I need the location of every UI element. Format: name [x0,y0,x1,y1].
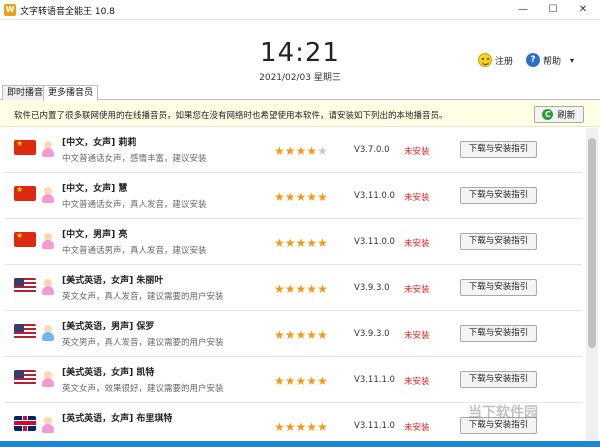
female-avatar-icon [42,279,54,295]
download-guide-button[interactable]: 下载与安装指引 [460,279,537,296]
clock-date: 2021/02/03 星期三 [259,73,341,83]
voice-row[interactable]: [中文，女声] 莉莉中文普通话女声，感情丰富，建议安装 ★★★★★ V3.7.0.0… [4,128,582,173]
female-avatar-icon [42,371,54,387]
voice-name: [英式英语，女声] 布里琪特 [62,414,173,424]
voice-version: V3.7.0.0 [354,145,390,155]
help-menu[interactable]: ? 帮助 ▾ [526,53,574,67]
scrollbar-thumb[interactable] [588,138,596,348]
male-avatar-icon [42,325,54,341]
rating-stars: ★★★★★ [274,144,328,158]
voice-description: 英文男声，真人发音，建议需要的用户安装 [62,338,224,348]
tab-strip: 即时播音 更多播音员 [0,84,600,101]
tab-instant-broadcast[interactable]: 即时播音 [2,85,49,100]
tab-more-voices[interactable]: 更多播音员 [43,85,99,101]
voice-version: V3.9.3.0 [354,283,390,293]
flag-uk-icon [14,416,36,431]
voice-name: [中文，男声] 亮 [62,230,128,240]
refresh-icon: C [542,109,554,120]
voice-row[interactable]: [中文，男声] 亮中文普通话男声，真人发音，建议安装 ★★★★★ V3.11.0.0… [4,220,582,265]
install-status: 未安装 [404,239,430,249]
install-status: 未安装 [404,423,430,433]
voice-name: [美式英语，男声] 保罗 [62,322,155,332]
female-avatar-icon [42,141,54,157]
voice-row[interactable]: [美式英语，女声] 凯特英文女声，效果很好，建议需要的用户安装 ★★★★★ V3.1… [4,358,582,403]
minimize-button[interactable]: — [508,0,538,20]
voice-description: 英文女声，真人发音，建议需要的用户安装 [62,292,224,302]
watermark: 当下软件园 [468,405,538,421]
bottom-accent-bar [0,441,600,447]
voice-version: V3.11.0.0 [354,237,395,247]
rating-stars: ★★★★★ [274,328,328,342]
voice-row[interactable]: [美式英语，男声] 保罗英文男声，真人发音，建议需要的用户安装 ★★★★★ V3.9… [4,312,582,357]
rating-stars: ★★★★★ [274,374,328,388]
voice-version: V3.9.3.0 [354,329,390,339]
flag-cn-icon [14,140,36,155]
voice-row[interactable]: [美式英语，女声] 朱丽叶英文女声，真人发音，建议需要的用户安装 ★★★★★ V3.… [4,266,582,311]
download-guide-button[interactable]: 下载与安装指引 [460,325,537,342]
flag-us-icon [14,278,36,293]
voice-description: 中文普通话女声，感情丰富，建议安装 [62,154,207,164]
window-title: 文字转语音全能王 10.8 [20,7,115,17]
chevron-down-icon: ▾ [570,55,575,65]
register-label: 注册 [495,56,514,67]
rating-stars: ★★★★★ [274,420,328,434]
close-button[interactable]: ✕ [568,0,598,20]
install-status: 未安装 [404,377,430,387]
help-icon: ? [526,53,540,67]
install-status: 未安装 [404,193,430,203]
voice-name: [中文，女声] 莉莉 [62,138,137,148]
flag-us-icon [14,370,36,385]
flag-cn-icon [14,186,36,201]
notice-bar: 软件已内置了很多联网使用的在线播音员，如果您在没有网络时也希望使用本软件，请安装… [0,101,600,127]
maximize-button[interactable]: ☐ [538,0,568,20]
flag-us-icon [14,324,36,339]
refresh-button[interactable]: C 刷新 [534,106,584,123]
app-logo-icon: W [4,4,16,16]
voice-description: 英文女声，效果很好，建议需要的用户安装 [62,384,224,394]
rating-stars: ★★★★★ [274,190,328,204]
voice-name: [美式英语，女声] 凯特 [62,368,155,378]
download-guide-button[interactable]: 下载与安装指引 [460,141,537,158]
voice-description: 中文普通话女声，真人发音，建议安装 [62,200,207,210]
install-status: 未安装 [404,285,430,295]
install-status: 未安装 [404,147,430,157]
voice-version: V3.11.0.0 [354,191,395,201]
voice-row[interactable]: [中文，女声] 慧中文普通话女声，真人发音，建议安装 ★★★★★ V3.11.0.0… [4,174,582,219]
download-guide-button[interactable]: 下载与安装指引 [460,371,537,388]
download-guide-button[interactable]: 下载与安装指引 [460,233,537,250]
register-link[interactable]: 注册 [478,53,513,67]
voice-list: [中文，女声] 莉莉中文普通话女声，感情丰富，建议安装 ★★★★★ V3.7.0.0… [0,128,584,441]
rating-stars: ★★★★★ [274,236,328,250]
flag-cn-icon [14,232,36,247]
female-avatar-icon [42,233,54,249]
header: 14:21 2021/02/03 星期三 注册 ? 帮助 ▾ [0,21,600,83]
female-avatar-icon [42,417,54,433]
voice-name: [中文，女声] 慧 [62,184,128,194]
download-guide-button[interactable]: 下载与安装指引 [460,187,537,204]
voice-name: [美式英语，女声] 朱丽叶 [62,276,164,286]
notice-text: 软件已内置了很多联网使用的在线播音员，如果您在没有网络时也希望使用本软件，请安装… [14,111,448,121]
female-avatar-icon [42,187,54,203]
rating-stars: ★★★★★ [274,282,328,296]
smiley-icon [478,53,492,67]
install-status: 未安装 [404,331,430,341]
refresh-label: 刷新 [557,111,576,121]
voice-version: V3.11.1.0 [354,375,395,385]
title-bar: W 文字转语音全能王 10.8 — ☐ ✕ [0,0,600,20]
voice-description: 中文普通话男声，真人发音，建议安装 [62,246,207,256]
voice-version: V3.11.1.0 [354,421,395,431]
scrollbar[interactable] [586,128,598,441]
help-label: 帮助 [543,56,562,67]
